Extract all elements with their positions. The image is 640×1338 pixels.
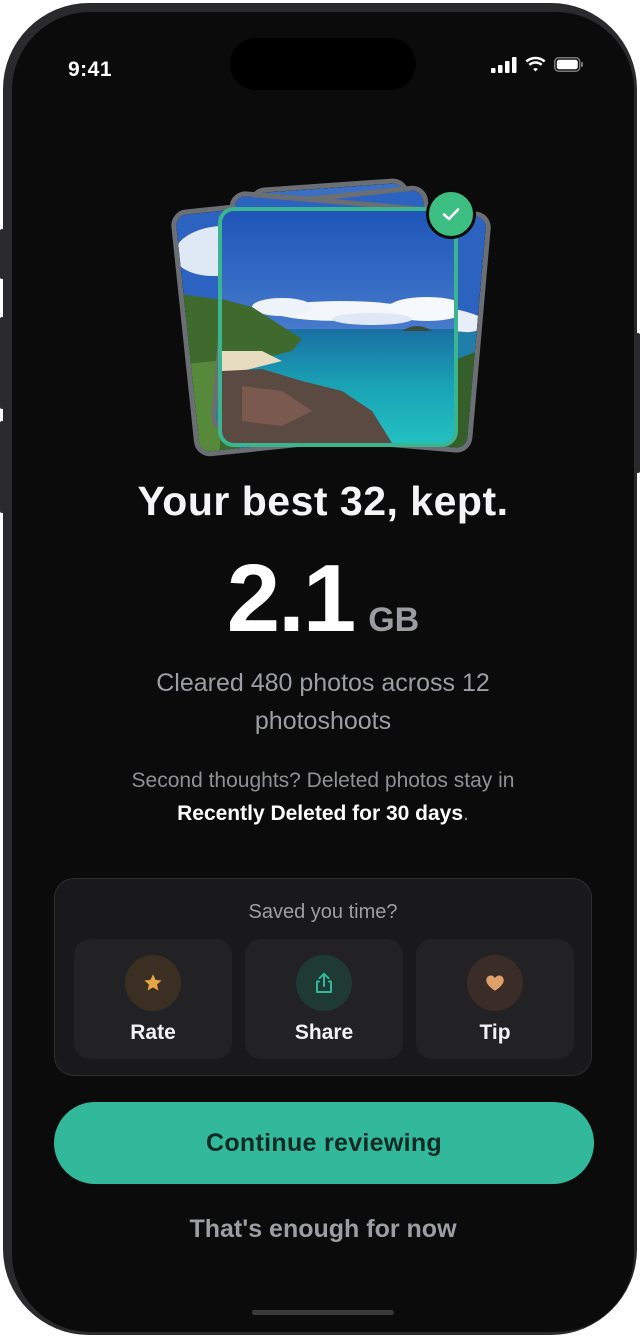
phone-frame: 9:41 Your best 32, kept. 2.1 GB Cleared … (0, 3, 640, 1335)
headline: Your best 32, kept. (137, 478, 509, 524)
continue-reviewing-button[interactable]: Continue reviewing (54, 1102, 594, 1184)
check-icon (426, 189, 476, 239)
space-saved-unit: GB (368, 601, 420, 639)
continue-reviewing-label: Continue reviewing (206, 1128, 442, 1157)
tip-icon-circle (467, 955, 523, 1011)
note-bold: Recently Deleted for 30 days (177, 802, 464, 825)
home-indicator[interactable] (252, 1310, 394, 1315)
cleared-summary: Cleared 480 photos across 12 photoshoots (156, 669, 490, 735)
rate-icon-circle (125, 955, 181, 1011)
featured-photo (218, 207, 458, 447)
share-icon (316, 972, 332, 993)
dynamic-island (230, 38, 416, 90)
volume-down-button (0, 421, 4, 513)
tip-button[interactable]: Tip (416, 939, 574, 1059)
status-time: 9:41 (68, 58, 113, 81)
share-icon-circle (296, 955, 352, 1011)
power-button (636, 333, 640, 473)
share-label: Share (294, 1021, 354, 1044)
space-saved: 2.1 GB (12, 544, 634, 654)
note-prefix: Second thoughts? Deleted photos stay in (131, 769, 515, 792)
share-button[interactable]: Share (245, 939, 403, 1059)
status-bar: 9:41 (12, 12, 634, 116)
battery-icon (554, 57, 583, 72)
tip-label: Tip (479, 1021, 511, 1044)
rate-label: Rate (130, 1021, 176, 1044)
thats-enough-button[interactable]: That's enough for now (12, 1215, 634, 1244)
recently-deleted-note: Second thoughts? Deleted photos stay in … (72, 764, 574, 830)
cellular-icon (491, 56, 517, 73)
feedback-title: Saved you time? (248, 901, 398, 923)
star-icon (144, 974, 162, 991)
note-suffix: . (463, 802, 469, 825)
rate-button[interactable]: Rate (74, 939, 232, 1059)
photo-stack (162, 177, 494, 458)
status-icons (491, 56, 584, 73)
side-button (0, 229, 4, 279)
feedback-panel: Saved you time? Rate Share Tip (54, 878, 592, 1076)
space-saved-amount: 2.1 (226, 545, 356, 652)
heart-icon (486, 975, 504, 991)
wifi-icon (525, 56, 546, 72)
screen: 9:41 Your best 32, kept. 2.1 GB Cleared … (12, 12, 634, 1332)
volume-up-button (0, 317, 4, 409)
